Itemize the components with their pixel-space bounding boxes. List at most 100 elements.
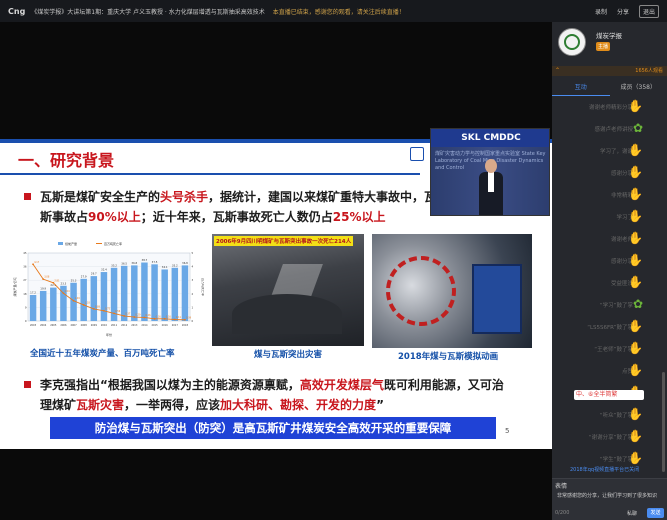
clap-icon: ✋ xyxy=(628,143,643,157)
heading-underline xyxy=(0,173,420,175)
live-notice: 本直播已结束，感谢您的观看，请关注后续直播！ xyxy=(272,8,405,16)
tab-interaction[interactable]: 互动 xyxy=(552,80,610,96)
chart-bar xyxy=(29,295,37,321)
y2-tick-label: 3 xyxy=(192,278,194,282)
point-data-label: 0.16 xyxy=(166,315,172,318)
point-data-label: 1.18 xyxy=(85,301,91,304)
point-data-label: 3.08 xyxy=(44,276,50,279)
x-tick-label: 2015 xyxy=(152,324,159,327)
legend-label: 百万吨死亡率 xyxy=(104,241,122,246)
y-axis-label: 煤炭产量/亿吨 xyxy=(12,277,17,296)
flower-icon: ✿ xyxy=(632,121,643,135)
bar-data-label: 23.3 xyxy=(61,281,67,285)
record-button[interactable]: 录制 xyxy=(595,7,607,16)
bar-data-label: 32.4 xyxy=(101,268,107,272)
chat-message-text: 感谢卢老师讲授 xyxy=(594,127,633,133)
key-point-banner: 防治煤与瓦斯突出（防突）是高瓦斯矿井煤炭安全高效开采的重要保障 xyxy=(50,417,496,439)
clap-icon: ✋ xyxy=(628,275,643,289)
y-tick-label: 0 xyxy=(25,319,27,323)
bar-data-label: 35.2 xyxy=(111,263,117,267)
bar-data-label: 25.3 xyxy=(71,278,77,282)
chat-message-text: “谢谢分享”鼓了掌 xyxy=(588,435,633,441)
chat-sidebar: 煤炭学报 主播 ⌃ 1656人观看 互动 成员（358） 谢谢老师精彩分享 ✋ 感谢… xyxy=(552,22,667,520)
channel-avatar[interactable] xyxy=(558,28,586,56)
chat-message: 感谢分享✋ xyxy=(552,164,667,182)
flower-icon: ✿ xyxy=(632,297,643,311)
slide-heading: 一、研究背景 xyxy=(18,151,115,170)
video-stage[interactable]: 一、研究背景 瓦斯是煤矿安全生产的头号杀手，据统计，建国以来煤矿重特大事故中，瓦… xyxy=(0,22,552,520)
x-tick-label: 2003 xyxy=(30,324,37,327)
point-data-label: 0.11 xyxy=(176,316,182,319)
x-tick-label: 2013 xyxy=(131,324,138,327)
topbar-actions: 录制 分享 退出 xyxy=(595,0,667,22)
chat-message: 感谢卢老师讲授 ✿ xyxy=(552,120,667,138)
channel-name: 煤炭学报 xyxy=(596,32,622,40)
tunnel-photo: 2006年9月四川明煤矿与瓦斯突出事故一次死亡214人 xyxy=(212,234,364,346)
y-tick-label: 45 xyxy=(23,251,27,255)
point-data-label: 4.17 xyxy=(34,261,40,264)
chat-message: 学习了 ✋ xyxy=(552,208,667,226)
private-chat-toggle[interactable]: 私聊 xyxy=(627,510,637,517)
point-data-label: 0.29 xyxy=(135,314,141,317)
chart-bar xyxy=(80,278,87,321)
chat-scrollbar[interactable] xyxy=(662,372,665,472)
y-tick-label: 9 xyxy=(25,305,27,309)
tunnel-photo-tag: 2006年9月四川明煤矿与瓦斯突出事故一次死亡214人 xyxy=(214,236,354,246)
viewer-count: 1656人观看 xyxy=(635,68,663,74)
y2-axis-label: 百万吨死亡率 xyxy=(201,278,204,296)
y-tick-label: 27 xyxy=(23,278,27,282)
x-tick-label: 2011 xyxy=(111,324,118,327)
chat-input[interactable]: 非常感谢您的分享，让我们学习到了很多知识 xyxy=(557,492,665,499)
y2-tick-label: 2 xyxy=(192,292,194,296)
point-data-label: 0.56 xyxy=(115,310,121,313)
channel-header: 煤炭学报 主播 xyxy=(552,22,667,64)
lab-sign: SKL CMDDC xyxy=(431,129,549,147)
chat-list[interactable]: 谢谢老师精彩分享 ✋ 感谢卢老师讲授 ✿ 学习了，谢谢 ✋ 感谢分享 ✋ 非常精彩 ✋ 学习了 ✋ 谢谢… xyxy=(552,98,667,476)
x-tick-label: 2004 xyxy=(40,324,47,327)
viewer-strip: ⌃ 1656人观看 xyxy=(552,66,667,76)
bar-data-label: 36.8 xyxy=(131,261,137,265)
speaker-camera: 煤矿灾害动力学与控制国家重点实验室 State Key Laboratory o… xyxy=(430,128,550,216)
chat-message-text: 谢谢老师精彩分享 xyxy=(588,105,633,111)
clap-icon: ✋ xyxy=(628,209,643,223)
legend-label: 煤炭产量 xyxy=(65,241,77,246)
x-tick-label: 2005 xyxy=(50,324,57,327)
point-data-label: 0.89 xyxy=(95,305,101,308)
tab-members[interactable]: 成员（358） xyxy=(610,80,667,96)
chart-bar xyxy=(181,265,189,321)
exit-button[interactable]: 退出 xyxy=(638,4,659,18)
bar-data-label: 36.5 xyxy=(121,261,127,265)
sidebar-tabs: 互动 成员（358） xyxy=(552,80,667,96)
top-bar: Cng 《煤炭学报》大讲坛第1期：重庆大学 卢义玉教授 · 水力化煤层增透与瓦斯… xyxy=(0,0,667,22)
x-tick-label: 2018 xyxy=(182,324,189,327)
bar-data-label: 34.1 xyxy=(162,265,168,269)
clap-icon: ✋ xyxy=(628,253,643,267)
chat-message: 受益匪浅 ✋ xyxy=(552,274,667,292)
ime-toolbar[interactable]: 中、⑥全半简繁 xyxy=(574,390,644,400)
bullet-square xyxy=(24,193,31,200)
clap-icon: ✋ xyxy=(628,451,643,465)
live-title: 《煤炭学报》大讲坛第1期：重庆大学 卢义玉教授 · 水力化煤层增透与瓦斯抽采高效… xyxy=(31,8,265,16)
x-tick-label: 2016 xyxy=(162,324,169,327)
production-chart: 17.2200319.9200422.1200523.3200625.32007… xyxy=(12,241,204,337)
platform-notice: 2018年qq视频直播平台已关闭 xyxy=(570,467,640,473)
bar-data-label: 19.9 xyxy=(40,286,46,290)
collapse-arrow-icon[interactable]: ⌃ xyxy=(555,67,560,74)
chart-bar xyxy=(50,287,57,321)
chat-message-text: “学习”鼓了掌 xyxy=(599,303,633,309)
clap-icon: ✋ xyxy=(628,187,643,201)
chart-bar xyxy=(90,276,98,321)
y-tick-label: 18 xyxy=(23,292,27,296)
chat-message: 非常精彩 ✋ xyxy=(552,186,667,204)
chart-caption: 全国近十五年煤炭产量、百万吨死亡率 xyxy=(30,349,175,359)
chat-message: 感谢分享✋ xyxy=(552,252,667,270)
chat-message: 点赞 ✋ xyxy=(552,362,667,380)
clap-icon: ✋ xyxy=(628,429,643,443)
share-button[interactable]: 分享 xyxy=(617,7,629,16)
point-data-label: 2.04 xyxy=(64,290,70,293)
send-button[interactable]: 发送 xyxy=(647,508,664,518)
x-axis-label: 年份 xyxy=(106,332,112,337)
emoji-button[interactable]: 表情 xyxy=(555,481,567,490)
x-tick-label: 2012 xyxy=(121,324,128,327)
chat-message: “王老师”鼓了掌 ✋ xyxy=(552,340,667,358)
